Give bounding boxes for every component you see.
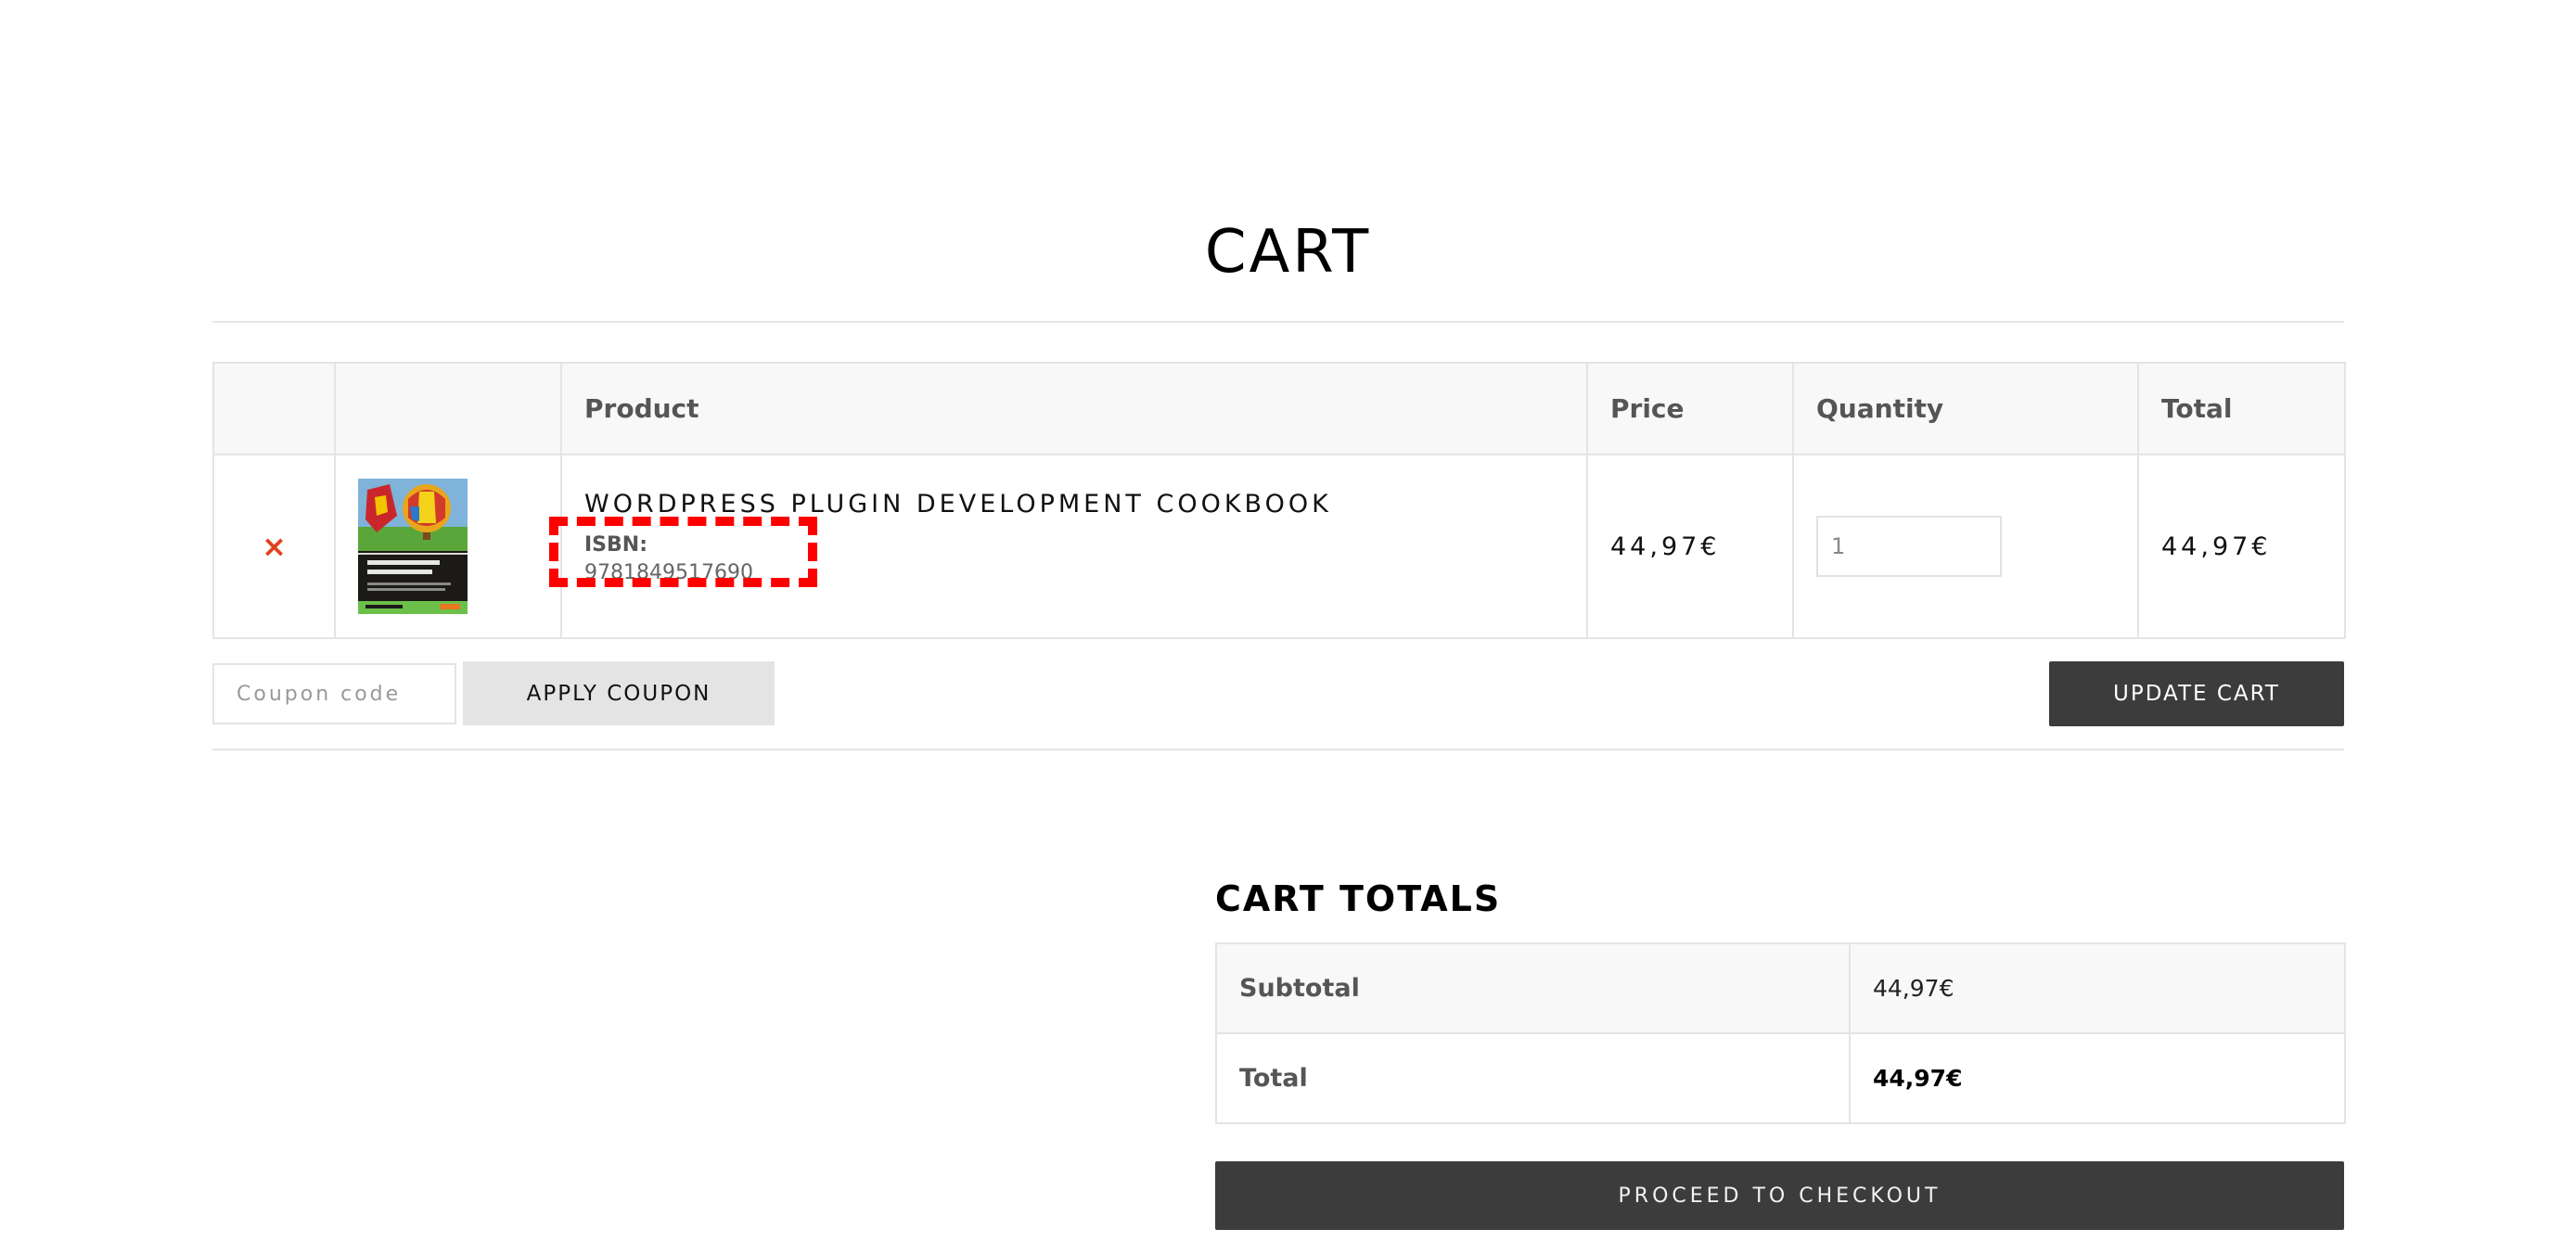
subtotal-row: Subtotal 44,97€: [1215, 942, 2346, 1034]
item-price: 44,97€: [1610, 531, 1721, 561]
order-total-cell: 44,97€: [1849, 1032, 2346, 1124]
cart-item-product-cell: WORDPRESS PLUGIN DEVELOPMENT COOKBOOK IS…: [560, 454, 1588, 639]
subtotal-value: 44,97€: [1849, 942, 2346, 1034]
cart-item-price-cell: 44,97€: [1586, 454, 1794, 639]
quantity-input[interactable]: [1816, 516, 2002, 577]
header-remove: [212, 362, 336, 455]
product-meta-value: 9781849517690: [584, 560, 753, 584]
header-total: Total: [2137, 362, 2346, 455]
order-total-row: Total 44,97€: [1215, 1032, 2346, 1124]
cart-item-thumbnail-cell: [334, 454, 562, 639]
title-divider: [212, 321, 2344, 323]
cart-item-row: × WORDPRESS PLUGIN DEVELOPMENT COOKBOOK …: [212, 454, 2346, 639]
subtotal-label: Subtotal: [1215, 942, 1851, 1034]
remove-item-icon[interactable]: ×: [237, 529, 312, 564]
actions-divider: [212, 749, 2344, 750]
header-product: Product: [560, 362, 1588, 455]
item-total: 44,97€: [2161, 531, 2272, 561]
cart-item-total-cell: 44,97€: [2137, 454, 2346, 639]
product-name-link[interactable]: WORDPRESS PLUGIN DEVELOPMENT COOKBOOK: [584, 490, 1564, 519]
cart-header-row: Product Price Quantity Total: [212, 362, 2346, 455]
header-price: Price: [1586, 362, 1794, 455]
page-title: CART: [1204, 218, 1372, 287]
cart-totals-title: CART TOTALS: [1215, 878, 1502, 919]
book-cover-art-icon: [358, 479, 468, 614]
book-cover-image[interactable]: [358, 479, 468, 614]
cart-table: Product Price Quantity Total × WORDPRESS…: [212, 362, 2346, 639]
proceed-to-checkout-button[interactable]: PROCEED TO CHECKOUT: [1215, 1161, 2344, 1230]
product-meta-label: ISBN:: [584, 532, 648, 557]
order-total-label: Total: [1215, 1032, 1851, 1124]
header-thumbnail: [334, 362, 562, 455]
header-quantity: Quantity: [1792, 362, 2139, 455]
apply-coupon-button[interactable]: APPLY COUPON: [463, 661, 775, 725]
update-cart-button[interactable]: UPDATE CART: [2049, 661, 2344, 726]
cart-item-quantity-cell: [1792, 454, 2139, 639]
order-total-value: 44,97€: [1873, 1065, 1963, 1092]
cart-totals-table: Subtotal 44,97€ Total 44,97€: [1215, 942, 2346, 1124]
coupon-code-input[interactable]: [212, 663, 456, 724]
cart-item-remove-cell: ×: [212, 454, 336, 639]
